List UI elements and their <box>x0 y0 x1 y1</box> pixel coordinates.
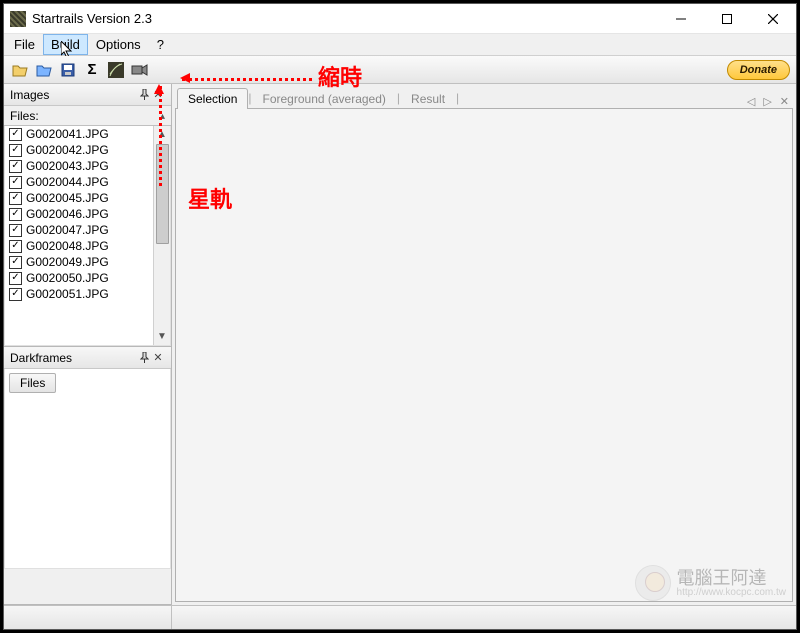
file-name: G0020041.JPG <box>26 127 109 141</box>
checkbox-checked-icon[interactable] <box>9 176 22 189</box>
checkbox-checked-icon[interactable] <box>9 272 22 285</box>
menu-help[interactable]: ? <box>149 34 172 55</box>
file-name: G0020043.JPG <box>26 159 109 173</box>
tab-close-icon[interactable]: ✕ <box>776 95 793 108</box>
images-panel-title: Images <box>10 88 49 102</box>
chevron-up-icon[interactable]: ▴ <box>160 111 165 122</box>
file-name: G0020042.JPG <box>26 143 109 157</box>
left-sidebar: Images ✕ Files: ▴ G0020041.JPG G0020042.J… <box>4 84 172 605</box>
file-row[interactable]: G0020047.JPG <box>5 222 170 238</box>
files-label-row: Files: ▴ <box>4 106 171 126</box>
menu-file[interactable]: File <box>6 34 43 55</box>
checkbox-checked-icon[interactable] <box>9 192 22 205</box>
tab-separator: | <box>456 91 459 105</box>
donate-label: Donate <box>740 64 777 76</box>
file-name: G0020047.JPG <box>26 223 109 237</box>
close-icon[interactable]: ✕ <box>151 351 165 365</box>
tab-result[interactable]: Result <box>400 88 456 109</box>
menu-build-label: Build <box>51 37 80 52</box>
checkbox-checked-icon[interactable] <box>9 224 22 237</box>
menubar: File Build Options ? <box>4 34 796 56</box>
files-label: Files: <box>10 109 39 123</box>
minimize-button[interactable] <box>658 4 704 34</box>
toolbar: Σ Donate <box>4 56 796 84</box>
darkframes-files-button[interactable]: Files <box>9 373 56 393</box>
tab-next-icon[interactable]: ▷ <box>759 95 775 108</box>
file-row[interactable]: G0020051.JPG <box>5 286 170 302</box>
open-folder-icon[interactable] <box>10 60 30 80</box>
file-name: G0020044.JPG <box>26 175 109 189</box>
darkframes-body: Files <box>4 369 171 569</box>
statusbar-cell <box>4 606 172 629</box>
file-row[interactable]: G0020046.JPG <box>5 206 170 222</box>
scroll-thumb[interactable] <box>156 144 169 244</box>
checkbox-checked-icon[interactable] <box>9 208 22 221</box>
checkbox-checked-icon[interactable] <box>9 240 22 253</box>
menu-build[interactable]: Build <box>43 34 88 55</box>
close-button[interactable] <box>750 4 796 34</box>
right-area: Selection | Foreground (averaged) | Resu… <box>172 84 796 605</box>
tab-prev-icon[interactable]: ◁ <box>743 95 759 108</box>
close-icon[interactable]: ✕ <box>151 88 165 102</box>
file-row[interactable]: G0020043.JPG <box>5 158 170 174</box>
content-area <box>175 109 793 602</box>
file-row[interactable]: G0020050.JPG <box>5 270 170 286</box>
video-icon[interactable] <box>130 60 150 80</box>
checkbox-checked-icon[interactable] <box>9 256 22 269</box>
images-panel: Images ✕ Files: ▴ G0020041.JPG G0020042.J… <box>4 84 171 347</box>
checkbox-checked-icon[interactable] <box>9 128 22 141</box>
file-name: G0020048.JPG <box>26 239 109 253</box>
tab-foreground[interactable]: Foreground (averaged) <box>252 88 397 109</box>
maximize-button[interactable] <box>704 4 750 34</box>
menu-options[interactable]: Options <box>88 34 149 55</box>
statusbar <box>4 605 796 629</box>
tab-selection[interactable]: Selection <box>177 88 248 109</box>
file-name: G0020051.JPG <box>26 287 109 301</box>
file-name: G0020046.JPG <box>26 207 109 221</box>
open-folder-blue-icon[interactable] <box>34 60 54 80</box>
scroll-up-icon[interactable]: ▲ <box>154 126 170 143</box>
startrails-icon[interactable] <box>106 60 126 80</box>
titlebar: Startrails Version 2.3 <box>4 4 796 34</box>
images-panel-header: Images ✕ <box>4 84 171 106</box>
donate-button[interactable]: Donate <box>727 60 790 80</box>
file-name: G0020050.JPG <box>26 271 109 285</box>
checkbox-checked-icon[interactable] <box>9 160 22 173</box>
darkframes-panel: Darkframes ✕ Files <box>4 347 171 605</box>
darkframes-panel-header: Darkframes ✕ <box>4 347 171 369</box>
pin-icon[interactable] <box>137 351 151 365</box>
file-name: G0020045.JPG <box>26 191 109 205</box>
file-row[interactable]: G0020041.JPG <box>5 126 170 142</box>
file-row[interactable]: G0020045.JPG <box>5 190 170 206</box>
file-row[interactable]: G0020049.JPG <box>5 254 170 270</box>
sigma-icon[interactable]: Σ <box>82 60 102 80</box>
pin-icon[interactable] <box>137 88 151 102</box>
window-title: Startrails Version 2.3 <box>32 11 152 26</box>
checkbox-checked-icon[interactable] <box>9 288 22 301</box>
files-scrollbar[interactable]: ▲ ▼ <box>153 126 170 345</box>
tabstrip: Selection | Foreground (averaged) | Resu… <box>175 87 793 109</box>
app-icon <box>10 11 26 27</box>
checkbox-checked-icon[interactable] <box>9 144 22 157</box>
file-row[interactable]: G0020042.JPG <box>5 142 170 158</box>
darkframes-panel-title: Darkframes <box>10 351 72 365</box>
file-row[interactable]: G0020044.JPG <box>5 174 170 190</box>
scroll-down-icon[interactable]: ▼ <box>154 328 170 345</box>
files-list[interactable]: G0020041.JPG G0020042.JPG G0020043.JPG G002… <box>4 126 171 346</box>
save-icon[interactable] <box>58 60 78 80</box>
file-row[interactable]: G0020048.JPG <box>5 238 170 254</box>
file-name: G0020049.JPG <box>26 255 109 269</box>
